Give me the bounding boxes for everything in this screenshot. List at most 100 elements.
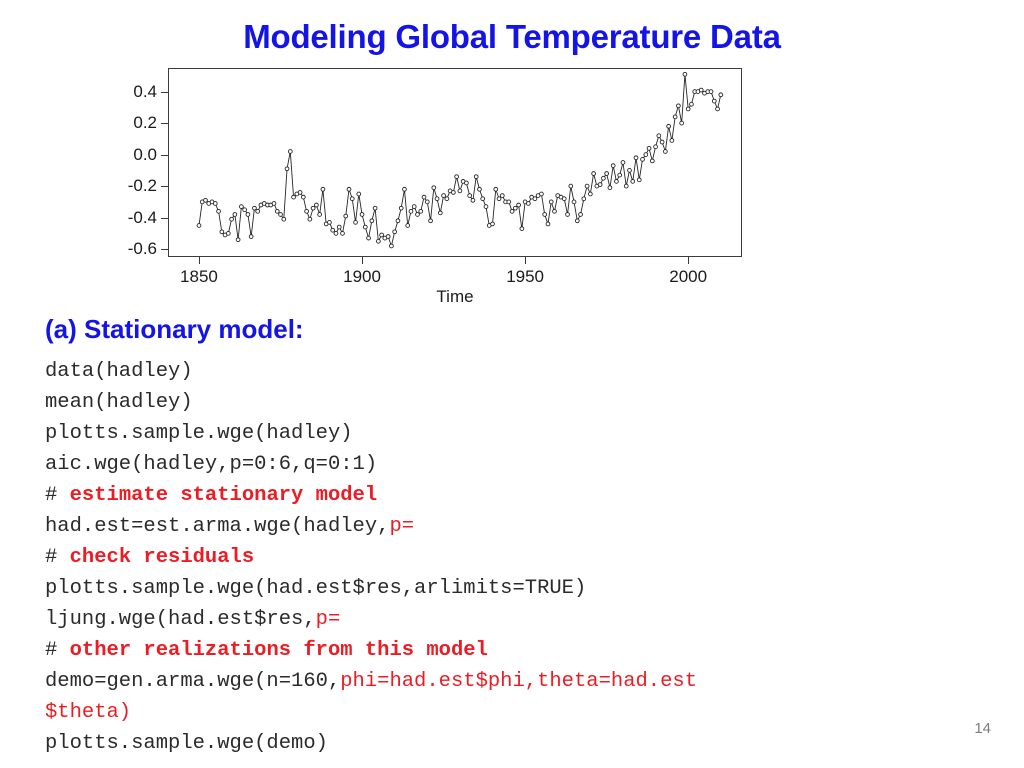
r-code-block: data(hadley) mean(hadley) plotts.sample.wg… bbox=[45, 356, 995, 759]
code-line: had.est=est.arma.wge(hadley,p= bbox=[45, 511, 995, 542]
data-point bbox=[512, 205, 518, 211]
data-point bbox=[330, 227, 336, 233]
data-point bbox=[216, 208, 221, 214]
data-point bbox=[353, 220, 358, 225]
data-point bbox=[473, 174, 479, 180]
data-point bbox=[597, 182, 603, 187]
data-point bbox=[506, 199, 512, 205]
data-point bbox=[314, 202, 319, 208]
x-axis-tick-mark bbox=[525, 257, 527, 264]
data-point bbox=[343, 213, 349, 219]
data-point bbox=[591, 171, 596, 176]
data-point bbox=[470, 197, 476, 203]
code-token: demo=gen.arma.wge(n=160, bbox=[45, 670, 341, 693]
data-point bbox=[245, 212, 251, 217]
data-point bbox=[395, 218, 401, 224]
code-line: # check residuals bbox=[45, 542, 995, 573]
data-point bbox=[532, 196, 538, 202]
data-point bbox=[604, 171, 609, 176]
data-point bbox=[715, 106, 720, 112]
code-token: p= bbox=[389, 515, 415, 538]
data-point bbox=[434, 196, 440, 202]
data-point bbox=[369, 218, 375, 224]
y-axis-tick-label: 0.2 bbox=[133, 113, 157, 133]
x-axis-tick-mark bbox=[688, 257, 690, 264]
data-point bbox=[483, 204, 489, 209]
code-line: ljung.wge(had.est$res,p= bbox=[45, 604, 995, 635]
data-point bbox=[196, 223, 202, 228]
data-point bbox=[623, 183, 629, 189]
data-point bbox=[418, 208, 424, 214]
chart-series-svg bbox=[196, 71, 724, 249]
data-point bbox=[633, 155, 639, 161]
code-line: data(hadley) bbox=[45, 356, 995, 387]
data-point bbox=[539, 191, 544, 197]
data-point bbox=[698, 87, 704, 93]
data-point bbox=[561, 196, 567, 202]
data-point bbox=[454, 174, 459, 180]
data-point bbox=[281, 216, 287, 222]
data-point bbox=[372, 205, 378, 211]
data-point bbox=[327, 220, 332, 225]
data-point bbox=[653, 144, 658, 150]
y-axis-tick-mark bbox=[161, 249, 168, 251]
data-point bbox=[493, 186, 499, 192]
data-point bbox=[385, 234, 391, 239]
code-token: plotts.sample.wge(hadley) bbox=[45, 422, 353, 445]
data-point bbox=[571, 199, 577, 205]
x-axis-tick-label: 1950 bbox=[506, 267, 545, 286]
code-line: # estimate stationary model bbox=[45, 480, 995, 511]
data-point bbox=[601, 175, 606, 181]
data-point bbox=[659, 139, 665, 145]
data-point bbox=[317, 212, 322, 217]
data-point bbox=[672, 114, 678, 120]
data-point bbox=[676, 103, 681, 109]
data-point bbox=[349, 196, 355, 202]
data-point bbox=[437, 210, 443, 216]
code-token: ljung.wge(had.est$res, bbox=[45, 608, 316, 631]
data-point bbox=[464, 180, 469, 186]
data-point bbox=[718, 92, 724, 98]
code-line: plotts.sample.wge(demo) bbox=[45, 728, 995, 759]
data-point bbox=[679, 120, 685, 126]
data-point bbox=[636, 177, 642, 183]
data-point bbox=[255, 208, 261, 214]
x-axis-tick-label: 1900 bbox=[343, 267, 381, 286]
data-point bbox=[467, 193, 473, 198]
data-point bbox=[225, 231, 231, 236]
data-point bbox=[398, 205, 404, 211]
data-point bbox=[574, 218, 580, 224]
data-point bbox=[477, 186, 482, 192]
data-point bbox=[669, 138, 675, 143]
code-token: p= bbox=[315, 608, 341, 631]
x-axis-tick-label: 2000 bbox=[669, 267, 708, 286]
data-point bbox=[333, 231, 339, 236]
data-point bbox=[366, 235, 371, 241]
code-token: estimate stationary model bbox=[69, 484, 378, 507]
data-point bbox=[685, 106, 691, 112]
data-point bbox=[362, 224, 368, 230]
series-markers bbox=[196, 71, 724, 249]
data-point bbox=[568, 183, 574, 189]
code-line: mean(hadley) bbox=[45, 387, 995, 418]
data-point bbox=[284, 166, 290, 172]
data-point bbox=[627, 168, 632, 173]
data-point bbox=[389, 243, 394, 249]
data-point bbox=[519, 226, 525, 231]
data-point bbox=[584, 183, 590, 189]
code-line: $theta) bbox=[45, 697, 995, 728]
code-token: check residuals bbox=[69, 546, 255, 569]
data-point bbox=[441, 193, 446, 198]
data-point bbox=[376, 238, 381, 244]
data-point bbox=[239, 204, 244, 209]
data-point bbox=[356, 191, 362, 197]
data-point bbox=[526, 201, 531, 206]
y-axis-tick-mark bbox=[161, 91, 168, 93]
data-point bbox=[663, 149, 668, 154]
code-token: # bbox=[45, 484, 70, 507]
code-line: plotts.sample.wge(had.est$res,arlimits=T… bbox=[45, 573, 995, 604]
data-point bbox=[607, 185, 613, 191]
data-point bbox=[457, 188, 463, 194]
data-point bbox=[287, 149, 293, 154]
data-point bbox=[649, 158, 655, 164]
